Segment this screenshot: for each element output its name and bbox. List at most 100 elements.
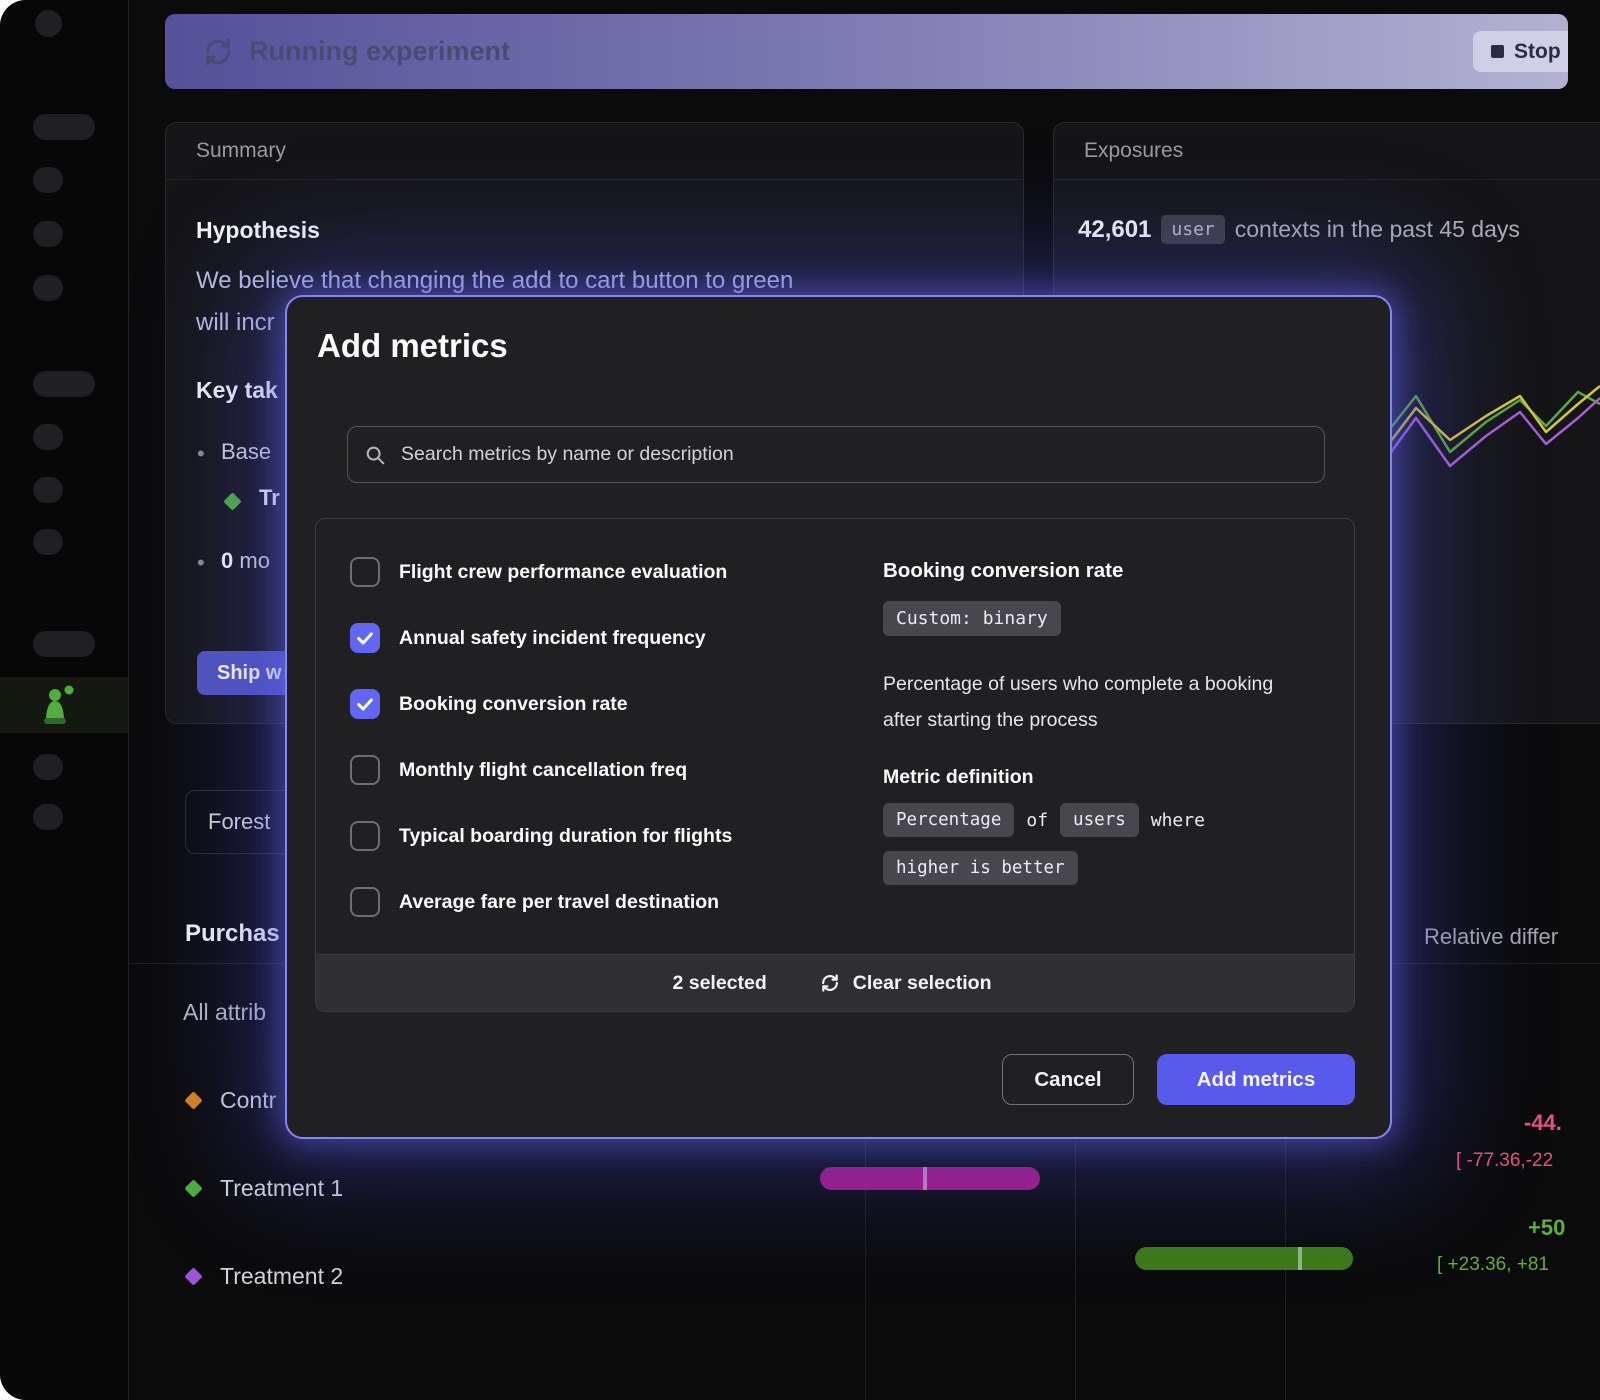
- sidebar-skeleton-item[interactable]: [33, 167, 63, 193]
- treatment2-diamond-icon: [184, 1267, 202, 1285]
- definition-word: of: [1026, 810, 1048, 831]
- metric-label: Annual safety incident frequency: [399, 627, 706, 650]
- bullet-dot: •: [197, 441, 205, 467]
- metric-row[interactable]: Annual safety incident frequency: [350, 623, 732, 653]
- sidebar-skeleton-item[interactable]: [33, 754, 63, 780]
- cancel-label: Cancel: [1034, 1068, 1101, 1092]
- metric-label: Booking conversion rate: [399, 693, 628, 716]
- metric-checkbox[interactable]: [350, 887, 380, 917]
- sidebar-item-active[interactable]: [0, 677, 128, 733]
- green-series: [1378, 392, 1600, 452]
- hypothesis-text-line2: will incr: [196, 309, 275, 337]
- selected-count: 2 selected: [672, 972, 766, 995]
- metric-row[interactable]: Average fare per travel destination: [350, 887, 732, 917]
- add-metrics-modal: Add metrics Flight crew performance eval…: [285, 295, 1392, 1139]
- sidebar-skeleton-item[interactable]: [33, 275, 63, 301]
- sidebar-skeleton-item[interactable]: [33, 221, 63, 247]
- metric-picker-panel: Flight crew performance evaluation Annual…: [315, 518, 1355, 1012]
- search-icon: [364, 444, 386, 466]
- metric-label: Typical boarding duration for flights: [399, 825, 732, 848]
- refresh-icon: [819, 972, 841, 994]
- purple-series: [1378, 398, 1600, 470]
- attribute-filter[interactable]: All attrib: [183, 999, 266, 1026]
- metric-description: Percentage of users who complete a booki…: [883, 666, 1303, 738]
- metric-checkbox[interactable]: [350, 689, 380, 719]
- ship-button-label: Ship w: [217, 662, 281, 685]
- exposures-title: Exposures: [1084, 139, 1183, 163]
- definition-word: where: [1151, 810, 1205, 831]
- ci-text-treatment-2: [ +23.36, +81: [1437, 1254, 1549, 1276]
- unit-chip: user: [1161, 215, 1224, 244]
- metric-row[interactable]: Monthly flight cancellation freq: [350, 755, 732, 785]
- exposure-count: 42,601: [1078, 216, 1151, 244]
- takeaway-item-1: Base: [221, 439, 271, 465]
- refresh-icon: [201, 35, 235, 69]
- variant-diamond-icon: [223, 492, 241, 510]
- metric-checkbox[interactable]: [350, 623, 380, 653]
- clear-selection-label: Clear selection: [853, 972, 992, 995]
- takeaway-rest: mo: [239, 548, 270, 573]
- sidebar-skeleton-item[interactable]: [33, 529, 63, 555]
- takeaway-item-2: 0 mo: [221, 548, 270, 574]
- summary-title: Summary: [196, 139, 286, 163]
- metric-label: Monthly flight cancellation freq: [399, 759, 687, 782]
- metric-search[interactable]: [347, 426, 1325, 483]
- metric-label: Flight crew performance evaluation: [399, 561, 727, 584]
- row-label-treatment-1: Treatment 1: [220, 1175, 343, 1202]
- metric-row[interactable]: Typical boarding duration for flights: [350, 821, 732, 851]
- sidebar-skeleton-item[interactable]: [33, 631, 95, 657]
- takeaways-heading: Key tak: [196, 377, 278, 404]
- running-experiment-banner: Running experiment Stop: [165, 14, 1568, 89]
- row-label-control: Contr: [220, 1087, 276, 1114]
- definition-chip: Percentage: [883, 803, 1014, 837]
- cancel-button[interactable]: Cancel: [1002, 1054, 1134, 1105]
- modal-title: Add metrics: [317, 327, 508, 365]
- search-input[interactable]: [399, 442, 1308, 467]
- detail-metric-title: Booking conversion rate: [883, 559, 1303, 583]
- hypothesis-text-line1: We believe that changing the add to cart…: [196, 267, 793, 295]
- ci-point-estimate: [1298, 1247, 1302, 1270]
- sidebar-skeleton-item[interactable]: [33, 371, 95, 397]
- takeaway-subitem: Tr: [259, 485, 280, 511]
- definition-chip: higher is better: [883, 851, 1078, 885]
- exposure-context-text: contexts in the past 45 days: [1235, 216, 1520, 243]
- metric-detail-pane: Booking conversion rate Custom: binary P…: [883, 559, 1303, 885]
- sidebar-skeleton-item[interactable]: [33, 424, 63, 450]
- relative-difference-label: Relative differ: [1424, 924, 1558, 950]
- takeaway-value: 0: [221, 548, 233, 573]
- bullet-dot: •: [197, 550, 205, 576]
- metric-label: Average fare per travel destination: [399, 891, 719, 914]
- control-diamond-icon: [184, 1091, 202, 1109]
- yellow-series: [1378, 386, 1600, 458]
- stop-button[interactable]: Stop: [1473, 31, 1568, 72]
- metric-checkbox[interactable]: [350, 821, 380, 851]
- clear-selection-button[interactable]: Clear selection: [813, 971, 998, 996]
- stop-icon: [1491, 45, 1504, 58]
- metric-definition-heading: Metric definition: [883, 766, 1303, 789]
- treatment1-diamond-icon: [184, 1179, 202, 1197]
- sidebar-skeleton-item[interactable]: [33, 477, 63, 503]
- sidebar-skeleton-item[interactable]: [33, 804, 63, 830]
- sidebar: [0, 0, 129, 1400]
- hypothesis-heading: Hypothesis: [196, 217, 320, 244]
- metric-row[interactable]: Flight crew performance evaluation: [350, 557, 732, 587]
- exposures-card-header: Exposures: [1054, 123, 1600, 180]
- metric-definition-parts: Percentage ofusers where higher is better: [883, 803, 1323, 885]
- sidebar-skeleton-item[interactable]: [33, 114, 95, 140]
- metric-checkbox[interactable]: [350, 557, 380, 587]
- value-treatment-2: +50: [1528, 1215, 1565, 1241]
- value-treatment-1: -44.: [1524, 1110, 1562, 1136]
- metric-row[interactable]: Booking conversion rate: [350, 689, 732, 719]
- ci-text-treatment-1: [ -77.36,-22: [1456, 1150, 1553, 1172]
- metric-list: Flight crew performance evaluation Annual…: [350, 557, 732, 953]
- add-metrics-button[interactable]: Add metrics: [1157, 1054, 1355, 1105]
- avatar[interactable]: [35, 10, 62, 37]
- exposures-line-chart: [1378, 374, 1600, 486]
- forest-tab-label: Forest: [208, 809, 270, 835]
- app-window: Running experiment Stop Summary Hypothes…: [0, 0, 1600, 1400]
- banner-title: Running experiment: [249, 36, 510, 67]
- ci-point-estimate: [923, 1167, 927, 1190]
- metric-section-title: Purchas: [185, 920, 280, 948]
- definition-chip: users: [1060, 803, 1139, 837]
- metric-checkbox[interactable]: [350, 755, 380, 785]
